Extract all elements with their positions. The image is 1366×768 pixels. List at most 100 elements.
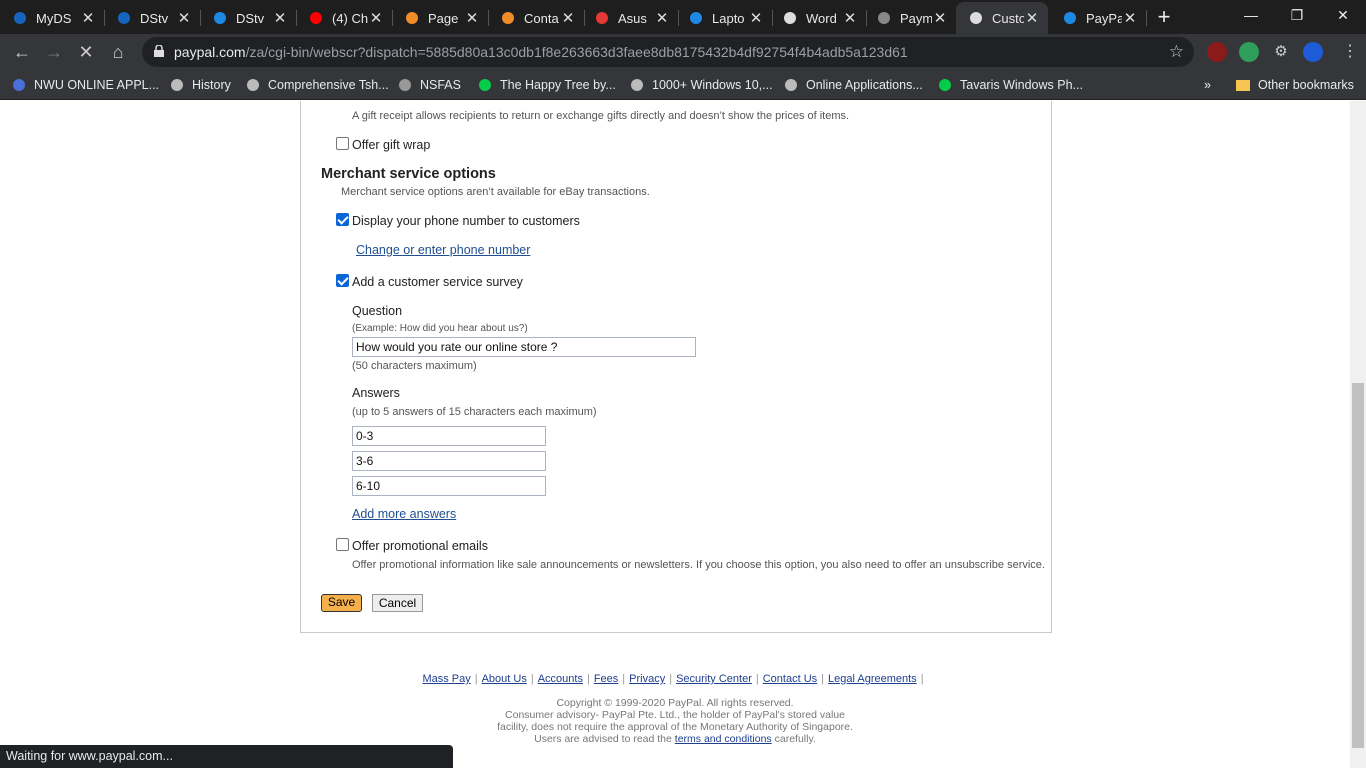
footer-link[interactable]: Contact Us	[763, 673, 817, 685]
footer-link[interactable]: Privacy	[629, 673, 665, 685]
browser-tab[interactable]: Conta ✕	[488, 2, 585, 34]
footer-link[interactable]: Mass Pay	[422, 673, 470, 685]
browser-tab[interactable]: DStv ✕	[200, 2, 297, 34]
promo-emails-label: Offer promotional emails	[352, 539, 488, 553]
close-tab-icon[interactable]: ✕	[176, 9, 192, 27]
address-url: paypal.com/za/cgi-bin/webscr?dispatch=58…	[174, 44, 908, 60]
answer-input-2[interactable]	[352, 451, 546, 471]
answer-input-3[interactable]	[352, 476, 546, 496]
gift-wrap-label: Offer gift wrap	[352, 138, 431, 152]
back-icon[interactable]: ←	[8, 38, 36, 66]
t-logo-icon	[404, 10, 420, 26]
menu-kebab-icon[interactable]: ⋮	[1336, 38, 1364, 66]
promo-emails-checkbox[interactable]	[336, 538, 349, 551]
close-tab-icon[interactable]: ✕	[80, 9, 96, 27]
save-button[interactable]: Save	[321, 594, 362, 612]
vertical-scrollbar[interactable]	[1350, 101, 1366, 768]
new-tab-button[interactable]: +	[1150, 4, 1178, 32]
bookmark-label: The Happy Tree by...	[500, 78, 616, 92]
browser-tab[interactable]: DStv ✕	[104, 2, 201, 34]
question-input[interactable]	[352, 337, 696, 357]
deviantart-icon	[478, 78, 492, 92]
bookmark-item[interactable]: History	[170, 76, 231, 94]
bookmark-star-icon[interactable]: ☆	[1169, 42, 1184, 62]
terms-conditions-link[interactable]: terms and conditions	[675, 733, 772, 745]
close-tab-icon[interactable]: ✕	[654, 9, 670, 27]
advisory-line-2: facility, does not require the approval …	[497, 721, 853, 733]
browser-tab[interactable]: (4) Ch ✕	[296, 2, 393, 34]
deviantart-icon	[938, 78, 952, 92]
profile-avatar[interactable]	[1303, 42, 1323, 62]
forward-icon[interactable]: →	[40, 38, 68, 66]
maximize-button[interactable]: ❐	[1274, 0, 1320, 30]
display-phone-checkbox[interactable]	[336, 213, 349, 226]
close-tab-icon[interactable]: ✕	[464, 9, 480, 27]
folder-icon	[1236, 78, 1250, 92]
change-phone-link[interactable]: Change or enter phone number	[356, 243, 530, 257]
question-example: (Example: How did you hear about us?)	[352, 323, 528, 334]
footer-links: Mass Pay | About Us | Accounts | Fees | Privacy |…	[0, 673, 1350, 685]
bookmark-item[interactable]: Comprehensive Tsh...	[246, 76, 389, 94]
history-icon	[170, 78, 184, 92]
close-tab-icon[interactable]: ✕	[748, 9, 764, 27]
close-tab-icon[interactable]: ✕	[932, 9, 948, 27]
bookmark-item[interactable]: Other bookmarks	[1236, 76, 1354, 94]
footer-link[interactable]: Accounts	[538, 673, 583, 685]
bookmark-item[interactable]: NSFAS	[398, 76, 461, 94]
merchant-options-note: Merchant service options aren’t availabl…	[341, 186, 650, 198]
footer-separator: |	[821, 673, 825, 685]
promo-emails-description: Offer promotional information like sale …	[352, 559, 1045, 571]
footer-link[interactable]: Security Center	[676, 673, 752, 685]
browser-tab[interactable]: Asus ✕	[582, 2, 679, 34]
more-bookmarks-chevron[interactable]: »	[1204, 76, 1211, 94]
bookmark-label: Online Applications...	[806, 78, 923, 92]
question-limit: (50 characters maximum)	[352, 360, 477, 372]
address-bar[interactable]: paypal.com/za/cgi-bin/webscr?dispatch=58…	[142, 37, 1194, 67]
extensions-puzzle-icon[interactable]: ⚙	[1271, 42, 1291, 62]
cancel-button[interactable]: Cancel	[372, 594, 423, 612]
bookmark-item[interactable]: Tavaris Windows Ph...	[938, 76, 1083, 94]
customer-survey-checkbox[interactable]	[336, 274, 349, 287]
browser-tab[interactable]: PayPa ✕	[1050, 2, 1147, 34]
scrollbar-thumb[interactable]	[1352, 383, 1364, 748]
url-host: paypal.com	[174, 44, 246, 60]
footer-link[interactable]: Legal Agreements	[828, 673, 917, 685]
gift-wrap-checkbox[interactable]	[336, 137, 349, 150]
minimize-button[interactable]: —	[1228, 0, 1274, 30]
close-tab-icon[interactable]: ✕	[368, 9, 384, 27]
dstv-play-icon	[212, 10, 228, 26]
browser-tab[interactable]: MyDS ✕	[0, 2, 105, 34]
footer-separator: |	[530, 673, 534, 685]
home-icon[interactable]: ⌂	[104, 38, 132, 66]
close-tab-icon[interactable]: ✕	[1024, 9, 1040, 27]
stop-loading-icon[interactable]: ✕	[72, 38, 100, 66]
answer-input-1[interactable]	[352, 426, 546, 446]
browser-tab[interactable]: Custo ✕	[956, 2, 1048, 34]
bookmark-item[interactable]: 1000+ Windows 10,...	[630, 76, 773, 94]
close-tab-icon[interactable]: ✕	[842, 9, 858, 27]
tab-separator	[1146, 10, 1147, 26]
browser-tab[interactable]: Paym ✕	[864, 2, 956, 34]
page-viewport: A gift receipt allows recipients to retu…	[0, 101, 1350, 768]
close-tab-icon[interactable]: ✕	[560, 9, 576, 27]
browser-tab[interactable]: Page ✕	[392, 2, 489, 34]
tab-title: Paym	[900, 10, 932, 26]
globe-icon	[246, 78, 260, 92]
close-window-button[interactable]: ✕	[1320, 0, 1366, 30]
footer-link[interactable]: About Us	[482, 673, 527, 685]
close-tab-icon[interactable]: ✕	[272, 9, 288, 27]
add-more-answers-link[interactable]: Add more answers	[352, 507, 456, 521]
footer-separator: |	[920, 673, 924, 685]
display-phone-label: Display your phone number to customers	[352, 214, 580, 228]
footer-link[interactable]: Fees	[594, 673, 618, 685]
bookmark-item[interactable]: The Happy Tree by...	[478, 76, 616, 94]
bookmark-item[interactable]: Online Applications...	[784, 76, 923, 94]
grammarly-icon[interactable]	[1239, 42, 1259, 62]
ublock-icon[interactable]	[1207, 42, 1227, 62]
close-tab-icon[interactable]: ✕	[1122, 9, 1138, 27]
footer-separator: |	[755, 673, 759, 685]
browser-tab[interactable]: Word ✕	[770, 2, 867, 34]
browser-tab[interactable]: Lapto ✕	[676, 2, 773, 34]
globe-icon	[630, 78, 644, 92]
bookmark-item[interactable]: NWU ONLINE APPL...	[12, 76, 159, 94]
